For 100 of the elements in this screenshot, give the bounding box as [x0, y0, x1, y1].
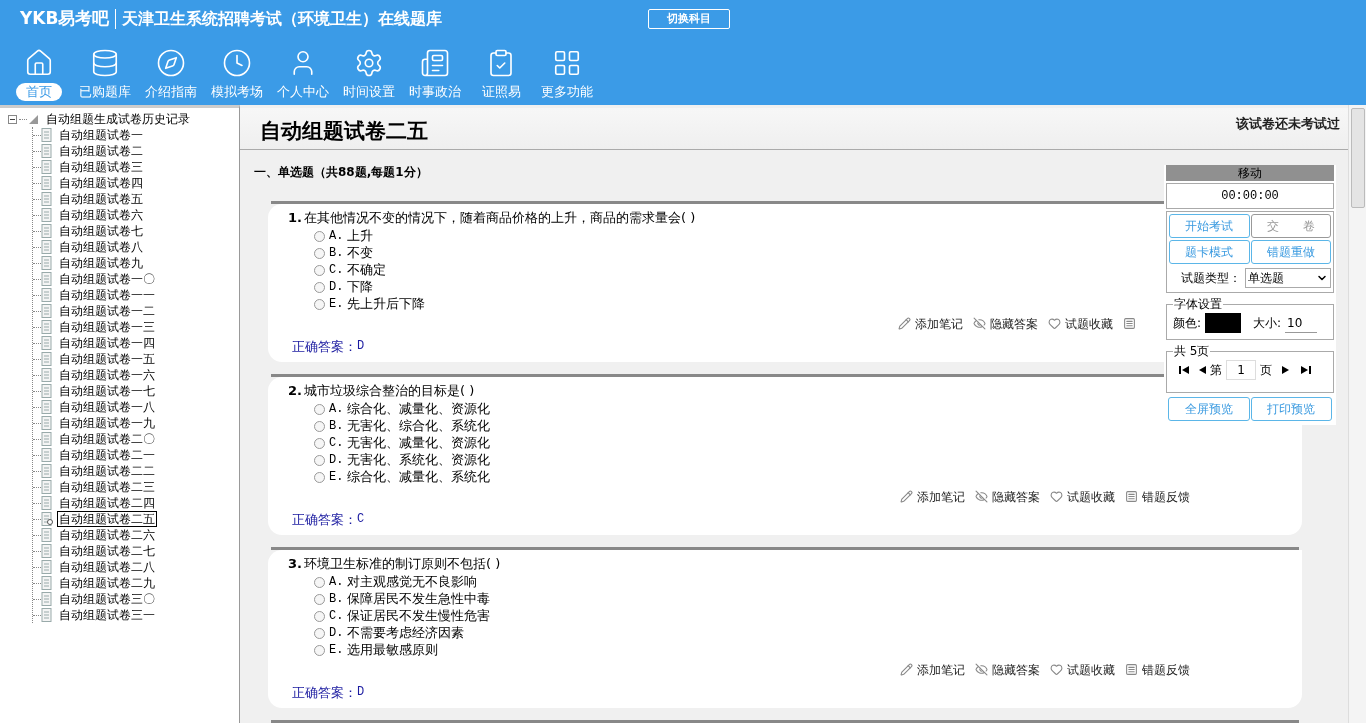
document-icon — [41, 560, 53, 574]
question-type-select[interactable]: 单选题 — [1245, 268, 1331, 288]
previous-page-icon[interactable] — [1199, 366, 1206, 374]
radio-button[interactable] — [314, 298, 325, 310]
answer-option[interactable]: D. 不需要考虑经济因素 — [314, 624, 465, 642]
radio-button[interactable] — [314, 264, 325, 276]
move-handle[interactable]: 移动 — [1166, 165, 1334, 181]
section-heading: 一、单选题（共88题,每题1分） — [254, 164, 428, 181]
tree-item[interactable]: 自动组题试卷二七 — [57, 543, 157, 559]
size-field[interactable]: 10 — [1285, 313, 1318, 333]
document-icon — [41, 224, 53, 238]
tree-item[interactable]: 自动组题试卷二三 — [57, 479, 157, 495]
question-action[interactable]: 添加笔记 — [900, 487, 965, 506]
question-type-label: 试题类型： — [1181, 270, 1241, 287]
answer-option[interactable]: D. 无害化、系统化、资源化 — [314, 451, 491, 469]
tree-item[interactable]: 自动组题试卷五 — [57, 191, 145, 207]
settings-icon — [354, 48, 384, 78]
tree-item[interactable]: 自动组题试卷二四 — [57, 495, 157, 511]
question-number: 1. — [288, 209, 302, 227]
question-action[interactable]: 试题收藏 — [1050, 660, 1115, 679]
question-action[interactable]: 隐藏答案 — [975, 660, 1040, 679]
tree-item[interactable]: 自动组题试卷九 — [57, 255, 145, 271]
tree-item[interactable]: 自动组题试卷二六 — [57, 527, 157, 543]
scrollbar-thumb[interactable] — [1350, 108, 1365, 208]
tree-item[interactable]: 自动组题试卷一六 — [57, 367, 157, 383]
tree-item[interactable]: 自动组题试卷一九 — [57, 415, 157, 431]
radio-button[interactable] — [314, 230, 325, 242]
tree-item[interactable]: 自动组题试卷一 — [57, 127, 145, 143]
tree-item[interactable]: 自动组题试卷一八 — [57, 399, 157, 415]
radio-button[interactable] — [314, 437, 325, 449]
first-page-icon[interactable] — [1179, 366, 1189, 374]
tree-item[interactable]: 自动组题试卷一四 — [57, 335, 157, 351]
tree-item[interactable]: 自动组题试卷三一 — [57, 607, 157, 623]
tree-item[interactable]: 自动组题试卷一五 — [57, 351, 157, 367]
answer-option[interactable]: D. 下降 — [314, 278, 374, 296]
tree-item[interactable]: 自动组题试卷一七 — [57, 383, 157, 399]
database-icon — [90, 48, 120, 78]
question-action[interactable]: 隐藏答案 — [973, 314, 1038, 333]
radio-button[interactable] — [314, 471, 325, 483]
answer-option[interactable]: E. 选用最敏感原则 — [314, 641, 439, 659]
tree-item[interactable]: 自动组题试卷三〇 — [57, 591, 157, 607]
last-page-icon[interactable] — [1301, 366, 1311, 374]
document-icon — [41, 352, 53, 366]
answer-option[interactable]: B. 不变 — [314, 244, 374, 262]
radio-button[interactable] — [314, 403, 325, 415]
answer-option[interactable]: A. 上升 — [314, 227, 374, 245]
nav-label: 介绍指南 — [144, 83, 198, 101]
answer-option[interactable]: E. 先上升后下降 — [314, 295, 426, 313]
tree-item[interactable]: 自动组题试卷二一 — [57, 447, 157, 463]
question-action[interactable]: 添加笔记 — [900, 660, 965, 679]
radio-button[interactable] — [314, 627, 325, 639]
page-prefix: 第 — [1210, 362, 1222, 379]
tree-item[interactable]: 自动组题试卷六 — [57, 207, 145, 223]
document-icon — [41, 480, 53, 494]
tree-root[interactable]: 自动组题生成试卷历史记录 — [8, 111, 239, 127]
scrollbar[interactable] — [1348, 105, 1366, 723]
answer-option[interactable]: C. 无害化、减量化、资源化 — [314, 434, 491, 452]
answer-option[interactable]: C. 不确定 — [314, 261, 387, 279]
tree-item[interactable]: 自动组题试卷二五 — [57, 511, 157, 527]
eye-off-icon — [975, 490, 988, 503]
radio-button[interactable] — [314, 454, 325, 466]
question-action[interactable]: 试题收藏 — [1050, 487, 1115, 506]
radio-button[interactable] — [314, 281, 325, 293]
tree-item[interactable]: 自动组题试卷一三 — [57, 319, 157, 335]
tree-item[interactable]: 自动组题试卷一一 — [57, 287, 157, 303]
question-action[interactable]: 错题反馈 — [1125, 660, 1190, 679]
answer-option[interactable]: B. 无害化、综合化、系统化 — [314, 417, 491, 435]
tree-item[interactable]: 自动组题试卷二〇 — [57, 431, 157, 447]
answer-option[interactable]: A. 综合化、减量化、资源化 — [314, 400, 491, 418]
radio-button[interactable] — [314, 610, 325, 622]
answer-option[interactable]: B. 保障居民不发生急性中毒 — [314, 590, 491, 608]
page-field[interactable]: 1 — [1226, 360, 1256, 380]
radio-button[interactable] — [314, 420, 325, 432]
radio-button[interactable] — [314, 247, 325, 259]
next-page-icon[interactable] — [1282, 366, 1289, 374]
tree-item[interactable]: 自动组题试卷一〇 — [57, 271, 157, 287]
radio-button[interactable] — [314, 593, 325, 605]
tree-item[interactable]: 自动组题试卷二二 — [57, 463, 157, 479]
document-icon — [41, 528, 53, 542]
answer-option[interactable]: E. 综合化、减量化、系统化 — [314, 468, 491, 486]
tree-item[interactable]: 自动组题试卷一二 — [57, 303, 157, 319]
tree-item[interactable]: 自动组题试卷二 — [57, 143, 145, 159]
answer-option[interactable]: A. 对主观感觉无不良影响 — [314, 573, 478, 591]
question-action[interactable]: 隐藏答案 — [975, 487, 1040, 506]
radio-button[interactable] — [314, 644, 325, 656]
tree-item[interactable]: 自动组题试卷四 — [57, 175, 145, 191]
tree-item[interactable]: 自动组题试卷八 — [57, 239, 145, 255]
tree-item[interactable]: 自动组题试卷三 — [57, 159, 145, 175]
color-swatch[interactable] — [1205, 313, 1242, 333]
tree-item[interactable]: 自动组题试卷七 — [57, 223, 145, 239]
nav-label: 已购题库 — [78, 83, 132, 101]
answer-option[interactable]: C. 保证居民不发生慢性危害 — [314, 607, 491, 625]
tree-item[interactable]: 自动组题试卷二八 — [57, 559, 157, 575]
question-action[interactable]: 添加笔记 — [898, 314, 963, 333]
expander-icon[interactable] — [8, 114, 17, 124]
document-icon — [41, 176, 53, 190]
question-action[interactable]: 错题反馈 — [1125, 487, 1190, 506]
question-action[interactable]: 试题收藏 — [1048, 314, 1113, 333]
tree-item[interactable]: 自动组题试卷二九 — [57, 575, 157, 591]
radio-button[interactable] — [314, 576, 325, 588]
